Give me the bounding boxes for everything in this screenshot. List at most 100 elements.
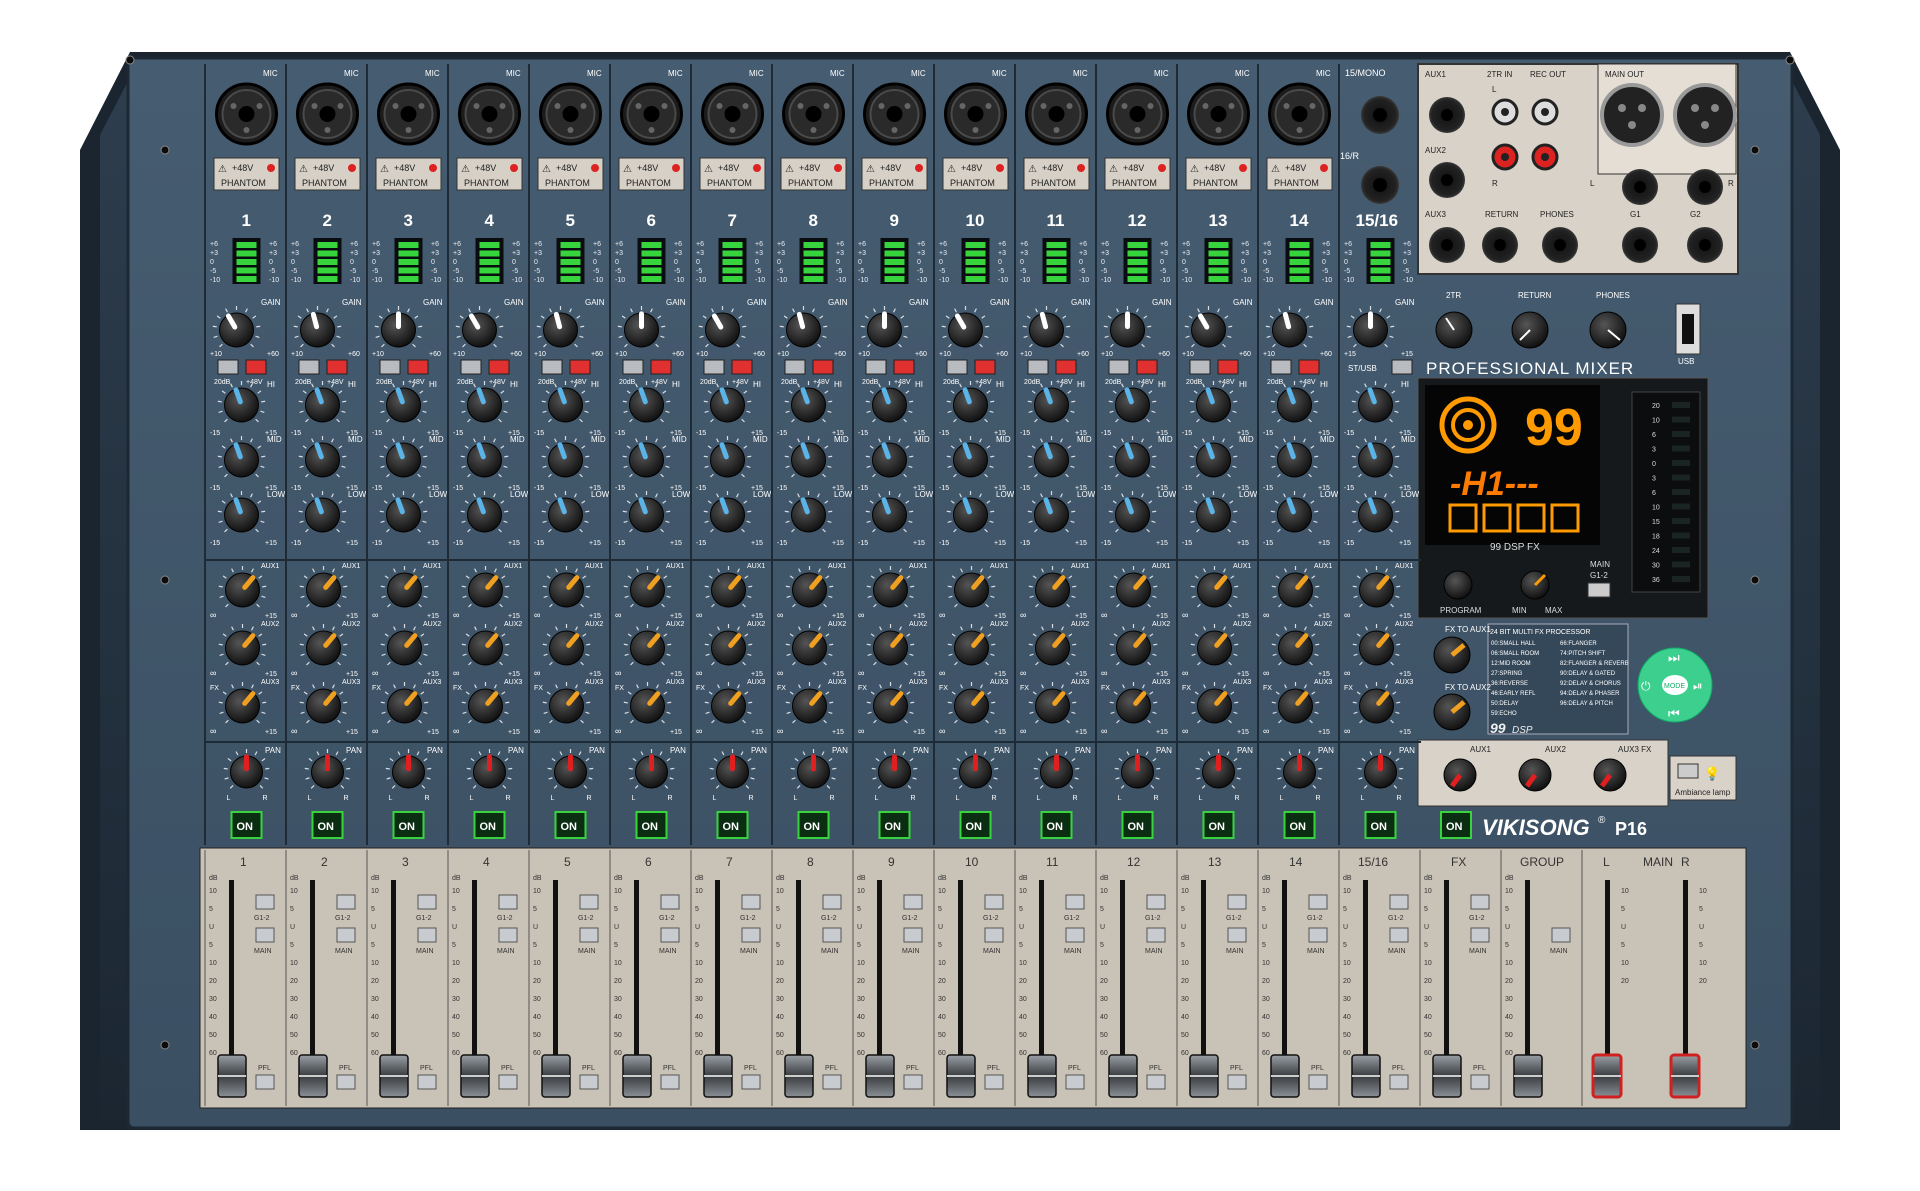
xlr-combo-input[interactable] [296,82,359,146]
pfl-button[interactable] [1227,1074,1247,1090]
xlr-combo-input[interactable] [620,82,683,146]
g12-button[interactable] [417,894,437,910]
play-icon[interactable]: ⏯ [1693,679,1703,693]
on-button[interactable]: ON [797,811,830,839]
pad-switch[interactable] [1027,359,1049,375]
st-usb-switch[interactable] [1391,359,1413,375]
main-out-trs-r[interactable] [1687,169,1723,205]
g12-button[interactable] [1065,894,1085,910]
phantom-switch[interactable] [974,359,996,375]
main-button[interactable] [741,927,761,943]
xlr-combo-input[interactable] [1025,82,1088,146]
phantom-switch[interactable] [893,359,915,375]
rca-rec-out-r[interactable] [1531,143,1559,171]
xlr-combo-input[interactable] [701,82,764,146]
fx-on-button[interactable]: ON [1440,811,1472,839]
phantom-switch[interactable] [326,359,348,375]
phantom-switch[interactable] [569,359,591,375]
rca-2tr-in-l[interactable] [1491,98,1519,126]
on-button[interactable]: ON [1364,811,1397,839]
main-out-trs-l[interactable] [1622,169,1658,205]
next-icon[interactable]: ⏭ [1668,650,1680,665]
phantom-switch[interactable] [731,359,753,375]
main-button[interactable] [1389,927,1409,943]
xlr-combo-input[interactable] [944,82,1007,146]
pfl-button[interactable] [984,1074,1004,1090]
xlr-combo-input[interactable] [377,82,440,146]
pfl-button[interactable] [417,1074,437,1090]
main-l-fader[interactable] [1591,1053,1623,1099]
channel-fader[interactable] [865,1054,895,1098]
on-button[interactable]: ON [554,811,587,839]
channel-fader[interactable] [1513,1054,1543,1098]
main-button[interactable] [660,927,680,943]
main-button[interactable] [984,927,1004,943]
channel-fader[interactable] [1108,1054,1138,1098]
main-button[interactable] [1227,927,1247,943]
pad-switch[interactable] [379,359,401,375]
pad-switch[interactable] [541,359,563,375]
xlr-combo-input[interactable] [1187,82,1250,146]
phantom-switch[interactable] [812,359,834,375]
pfl-button[interactable] [822,1074,842,1090]
xlr-combo-input[interactable] [458,82,521,146]
g1-jack[interactable] [1622,227,1658,263]
ambiance-lamp-switch[interactable] [1677,763,1699,779]
on-button[interactable]: ON [635,811,668,839]
g12-button[interactable] [1389,894,1409,910]
aux2-jack[interactable] [1429,162,1465,198]
pfl-button[interactable] [498,1074,518,1090]
pad-switch[interactable] [1189,359,1211,375]
channel-fader[interactable] [703,1054,733,1098]
main-button[interactable] [579,927,599,943]
pfl-button[interactable] [255,1074,275,1090]
phantom-switch[interactable] [1055,359,1077,375]
main-r-fader[interactable] [1669,1053,1701,1099]
g12-button[interactable] [579,894,599,910]
g2-jack[interactable] [1687,227,1723,263]
power-icon[interactable]: ⏻ [1641,679,1651,693]
phantom-switch[interactable] [1136,359,1158,375]
phantom-switch[interactable] [488,359,510,375]
channel-fader[interactable] [298,1054,328,1098]
main-button[interactable] [1308,927,1328,943]
channel-fader[interactable] [1432,1054,1462,1098]
g12-button[interactable] [498,894,518,910]
pad-switch[interactable] [217,359,239,375]
phantom-switch[interactable] [407,359,429,375]
phones-jack[interactable] [1542,227,1578,263]
xlr-combo-input[interactable] [215,82,278,146]
pfl-button[interactable] [579,1074,599,1090]
pfl-button[interactable] [741,1074,761,1090]
return-jack[interactable] [1482,227,1518,263]
on-button[interactable]: ON [473,811,506,839]
channel-fader[interactable] [379,1054,409,1098]
channel-fader[interactable] [784,1054,814,1098]
g12-button[interactable] [984,894,1004,910]
channel-fader[interactable] [217,1054,247,1098]
group-main-button[interactable] [1551,927,1571,943]
phantom-switch[interactable] [650,359,672,375]
main-button[interactable] [1146,927,1166,943]
xlr-combo-input[interactable] [863,82,926,146]
on-button[interactable]: ON [230,811,263,839]
phantom-switch[interactable] [245,359,267,375]
main-button[interactable] [903,927,923,943]
channel-fader[interactable] [460,1054,490,1098]
channel-fader[interactable] [946,1054,976,1098]
aux1-jack[interactable] [1429,97,1465,133]
main-button[interactable] [1470,927,1490,943]
prev-icon[interactable]: ⏮ [1668,706,1680,721]
main-button[interactable] [417,927,437,943]
channel-fader[interactable] [541,1054,571,1098]
pfl-button[interactable] [1065,1074,1085,1090]
right-input-jack[interactable] [1361,166,1399,204]
on-button[interactable]: ON [1283,811,1316,839]
g12-button[interactable] [1470,894,1490,910]
pad-switch[interactable] [460,359,482,375]
rca-2tr-in-r[interactable] [1491,143,1519,171]
xlr-combo-input[interactable] [782,82,845,146]
xlr-main-out-l[interactable] [1600,83,1664,147]
pad-switch[interactable] [298,359,320,375]
pfl-button[interactable] [903,1074,923,1090]
